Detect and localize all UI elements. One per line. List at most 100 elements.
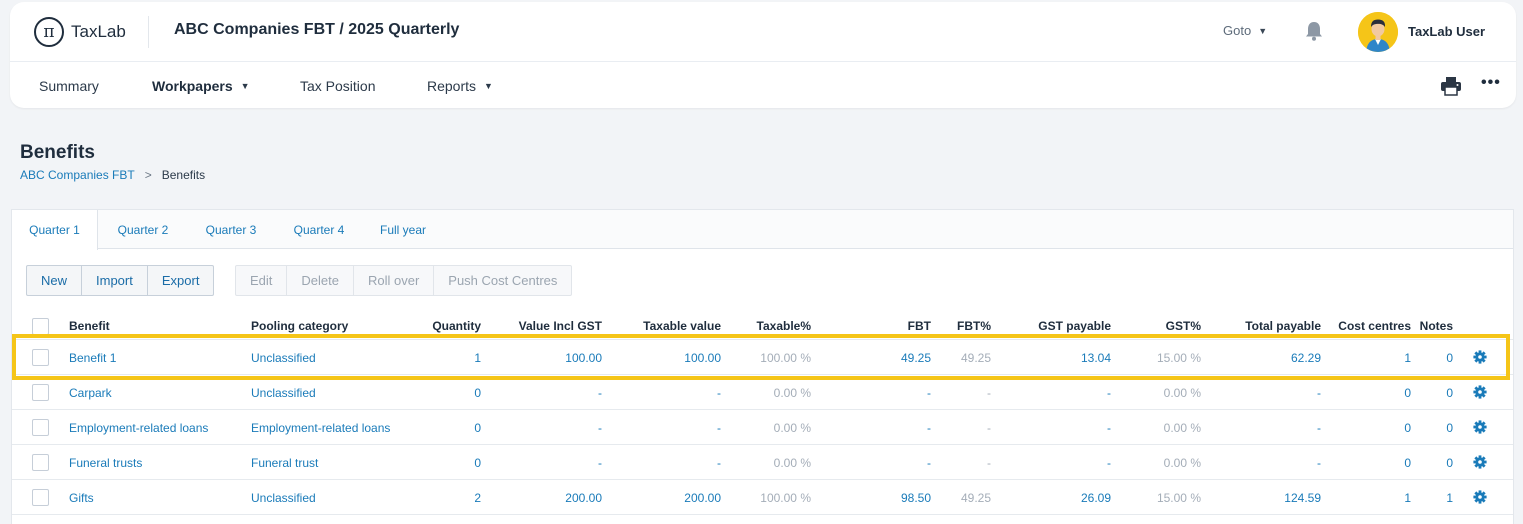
col-total-payable[interactable]: Total payable — [1245, 319, 1321, 333]
breadcrumb: ABC Companies FBT > Benefits — [20, 168, 205, 182]
col-quantity[interactable]: Quantity — [432, 319, 481, 333]
cell-notes[interactable]: 0 — [1446, 386, 1453, 400]
push-cost-centres-button[interactable]: Push Cost Centres — [434, 266, 571, 295]
row-checkbox[interactable] — [32, 349, 49, 366]
tab-full-year[interactable]: Full year — [368, 210, 438, 249]
cell-pooling[interactable]: Funeral trust — [251, 456, 318, 470]
delete-button[interactable]: Delete — [287, 266, 354, 295]
gear-icon[interactable] — [1473, 350, 1487, 364]
cell-notes[interactable]: 1 — [1446, 491, 1453, 505]
cell-quantity: 0 — [474, 421, 481, 435]
cell-gst-payable: - — [1107, 456, 1111, 470]
gear-icon[interactable] — [1473, 455, 1487, 469]
cell-fbt-pct: - — [987, 421, 991, 435]
tab-quarter-2[interactable]: Quarter 2 — [104, 210, 182, 249]
cell-benefit[interactable]: Carpark — [69, 386, 112, 400]
col-taxable-pct[interactable]: Taxable% — [757, 319, 811, 333]
gear-icon[interactable] — [1473, 490, 1487, 504]
cell-taxable-pct: 100.00 % — [760, 351, 811, 365]
col-notes[interactable]: Notes — [1420, 319, 1453, 333]
col-value-incl-gst[interactable]: Value Incl GST — [519, 319, 602, 333]
user-name[interactable]: TaxLab User — [1408, 24, 1485, 39]
cell-gst-pct: 0.00 % — [1163, 421, 1201, 435]
cell-cost-centres[interactable]: 1 — [1404, 491, 1411, 505]
cell-fbt-pct: 49.25 — [960, 351, 991, 365]
nav-summary[interactable]: Summary — [39, 78, 99, 94]
row-checkbox[interactable] — [32, 489, 49, 506]
nav-tax-position[interactable]: Tax Position — [300, 78, 375, 94]
new-button[interactable]: New — [27, 266, 83, 295]
table-row[interactable]: Funeral trusts Funeral trust 0 - - 0.00 % - - - 0… — [12, 445, 1513, 480]
row-checkbox[interactable] — [32, 454, 49, 471]
gear-icon[interactable] — [1473, 420, 1487, 434]
tab-quarter-1[interactable]: Quarter 1 — [12, 210, 98, 250]
cell-benefit[interactable]: Funeral trusts — [69, 456, 142, 470]
nav-reports-label: Reports — [427, 78, 477, 94]
cell-gst-pct: 0.00 % — [1163, 386, 1201, 400]
more-icon[interactable]: ••• — [1481, 74, 1501, 92]
cell-fbt-pct: - — [987, 386, 991, 400]
export-button[interactable]: Export — [148, 266, 214, 295]
cell-pooling[interactable]: Unclassified — [251, 386, 316, 400]
col-gst-pct[interactable]: GST% — [1166, 319, 1201, 333]
col-fbt-pct[interactable]: FBT% — [957, 319, 991, 333]
cell-gst-payable: - — [1107, 386, 1111, 400]
printer-icon[interactable] — [1440, 76, 1462, 101]
nav-reports[interactable]: Reports ▼ — [427, 78, 493, 94]
cell-gst-pct: 15.00 % — [1156, 491, 1201, 505]
row-actions: Edit Delete Roll over Push Cost Centres — [235, 265, 573, 296]
nav-workpapers-label: Workpapers — [152, 78, 233, 94]
select-all-checkbox[interactable] — [32, 318, 49, 335]
table-row[interactable]: Employment-related loans Employment-relat… — [12, 410, 1513, 445]
table-header-row: Benefit Pooling category Quantity Value … — [12, 310, 1513, 340]
avatar[interactable] — [1358, 12, 1398, 52]
import-button[interactable]: Import — [82, 266, 148, 295]
cell-notes[interactable]: 0 — [1446, 456, 1453, 470]
cell-total-payable: - — [1317, 386, 1321, 400]
nav-workpapers[interactable]: Workpapers ▼ — [152, 78, 250, 94]
cell-fbt: 49.25 — [900, 351, 931, 365]
chevron-down-icon: ▼ — [240, 81, 250, 91]
table-row[interactable]: Benefit 1 Unclassified 1 100.00 100.00 100.00… — [12, 340, 1513, 375]
cell-cost-centres[interactable]: 0 — [1404, 421, 1411, 435]
cell-notes[interactable]: 0 — [1446, 351, 1453, 365]
edit-button[interactable]: Edit — [236, 266, 288, 295]
cell-cost-centres[interactable]: 1 — [1404, 351, 1411, 365]
col-cost-centres[interactable]: Cost centres — [1338, 319, 1411, 333]
cell-value-incl-gst: - — [598, 421, 602, 435]
cell-quantity: 0 — [474, 456, 481, 470]
cell-cost-centres[interactable]: 0 — [1404, 456, 1411, 470]
table-row[interactable]: Carpark Unclassified 0 - - 0.00 % - - - 0.00 % - 0 0 — [12, 375, 1513, 410]
taxlab-logo[interactable]: π TaxLab — [34, 17, 126, 47]
chevron-down-icon: ▼ — [1258, 25, 1268, 36]
cell-cost-centres[interactable]: 0 — [1404, 386, 1411, 400]
col-pooling-category[interactable]: Pooling category — [251, 319, 348, 333]
col-gst-payable[interactable]: GST payable — [1038, 319, 1111, 333]
cell-quantity: 0 — [474, 386, 481, 400]
cell-benefit[interactable]: Gifts — [69, 491, 94, 505]
col-benefit[interactable]: Benefit — [69, 319, 110, 333]
cell-pooling[interactable]: Unclassified — [251, 491, 316, 505]
cell-pooling[interactable]: Unclassified — [251, 351, 316, 365]
top-card: π TaxLab ABC Companies FBT / 2025 Quarte… — [10, 2, 1516, 108]
bell-icon[interactable] — [1304, 20, 1324, 47]
table-row[interactable]: Gifts Unclassified 2 200.00 200.00 100.00 % 98… — [12, 480, 1513, 515]
roll-over-button[interactable]: Roll over — [354, 266, 435, 295]
cell-benefit[interactable]: Employment-related loans — [69, 421, 208, 435]
col-fbt[interactable]: FBT — [908, 319, 931, 333]
col-taxable-value[interactable]: Taxable value — [643, 319, 721, 333]
breadcrumb-root-link[interactable]: ABC Companies FBT — [20, 168, 135, 182]
cell-quantity: 2 — [474, 491, 481, 505]
row-checkbox[interactable] — [32, 384, 49, 401]
row-checkbox[interactable] — [32, 419, 49, 436]
cell-benefit[interactable]: Benefit 1 — [69, 351, 116, 365]
cell-gst-pct: 0.00 % — [1163, 456, 1201, 470]
tab-quarter-3[interactable]: Quarter 3 — [192, 210, 270, 249]
cell-pooling[interactable]: Employment-related loans — [251, 421, 390, 435]
cell-total-payable: 62.29 — [1290, 351, 1321, 365]
cell-notes[interactable]: 0 — [1446, 421, 1453, 435]
tab-quarter-4[interactable]: Quarter 4 — [280, 210, 358, 249]
goto-dropdown[interactable]: Goto ▼ — [1223, 23, 1267, 38]
gear-icon[interactable] — [1473, 385, 1487, 399]
cell-fbt: - — [927, 421, 931, 435]
